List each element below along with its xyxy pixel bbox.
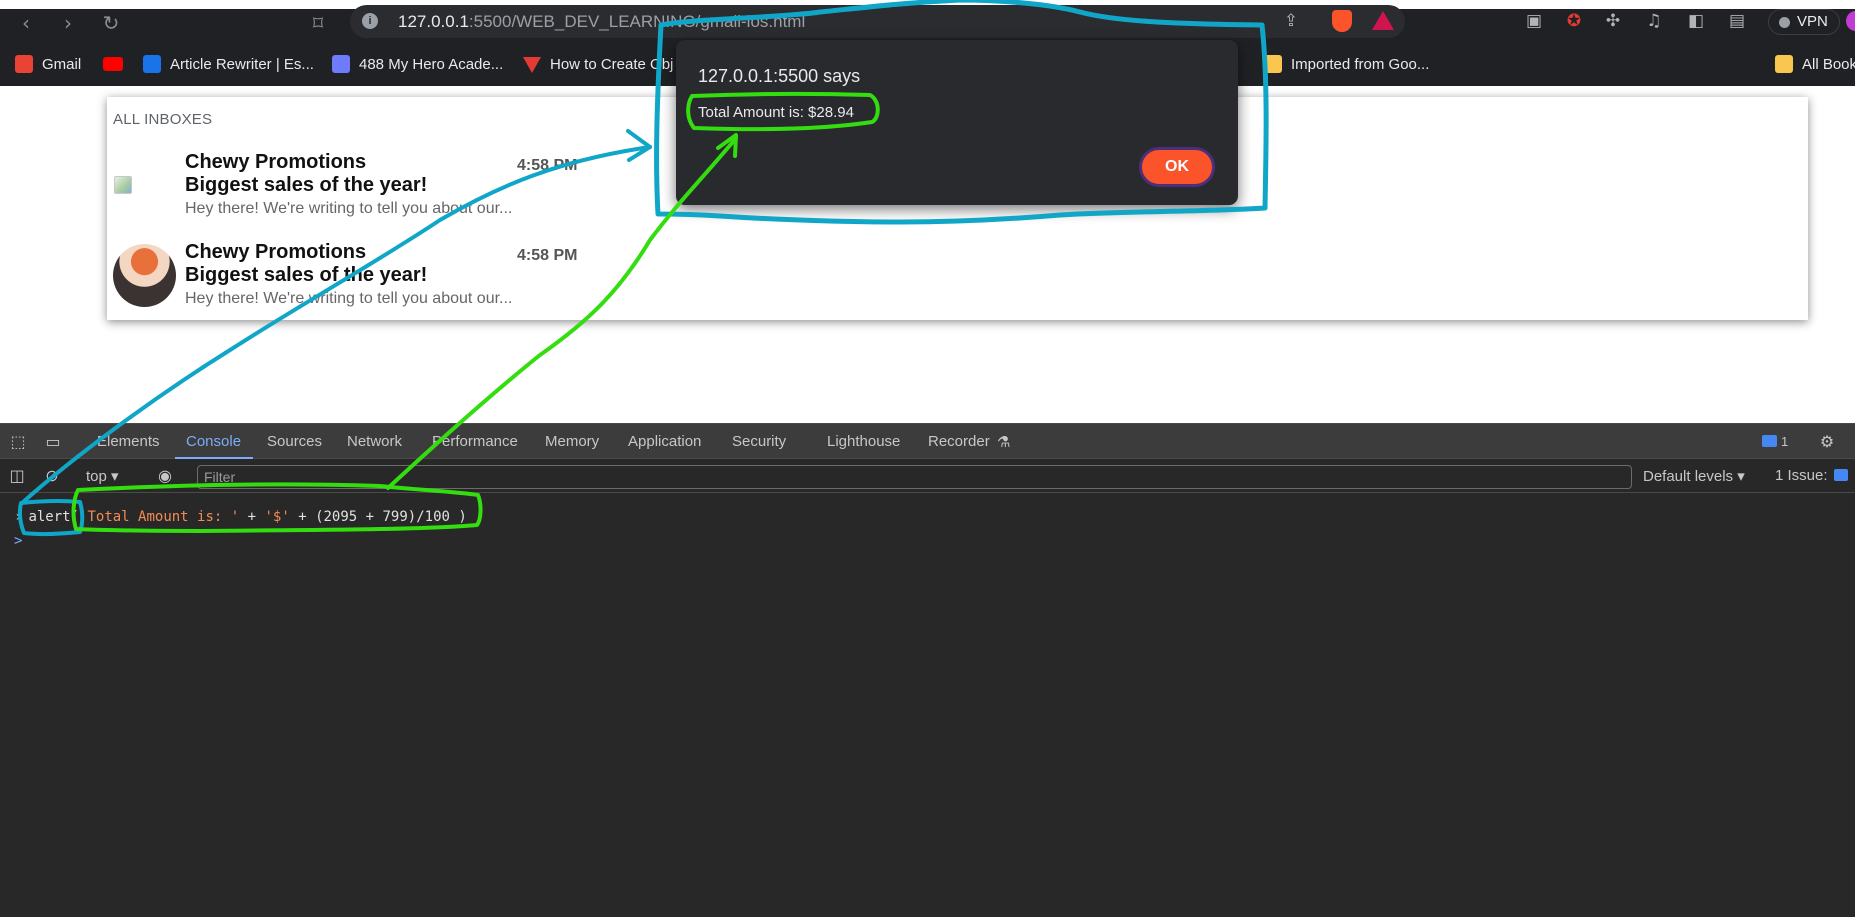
article-rewriter-icon [143,55,161,73]
mail-sender: Chewy Promotions [185,151,367,173]
console-fn: alert [28,509,71,525]
mail-item[interactable]: Chewy Promotions Biggest sales of the ye… [107,143,707,223]
message-icon [1833,469,1848,481]
mail-item[interactable]: Chewy Promotions Biggest sales of the ye… [107,233,707,313]
reload-icon[interactable]: ↻ [98,10,124,36]
vercel-icon [523,57,541,73]
avatar [113,244,176,307]
console-toolbar: ◫ ⊘ top ▾ ◉ Filter Default levels ▾ 1 Is… [0,459,1855,493]
bookmark-all-bookmarks[interactable]: All Bookmarks [1775,54,1855,76]
bookmark-my-hero-academia[interactable]: 488 My Hero Acade... [332,54,503,76]
console-paren: ( [70,509,80,525]
mail-time: 4:58 PM [517,247,578,264]
mail-sender: Chewy Promotions [185,241,367,263]
brave-shields-icon[interactable] [1332,10,1352,32]
gmail-icon [15,55,33,73]
tab-elements[interactable]: Elements [97,433,160,450]
mail-time: 4:58 PM [517,157,578,174]
extensions-puzzle-icon[interactable]: ✣ [1602,10,1624,32]
tab-performance[interactable]: Performance [432,433,518,450]
devtools-panel: ⬚ ▭ Elements Console Sources Network Per… [0,423,1855,917]
alert-dialog: 127.0.0.1:5500 says Total Amount is: $28… [676,40,1238,205]
console-filter-input[interactable]: Filter [197,465,1632,489]
folder-icon [1775,55,1793,73]
url-text: 127.0.0.1:5500/WEB_DEV_LEARNING/gmail-io… [398,12,806,31]
manga-icon [332,55,350,73]
console-string: '$' [264,509,290,525]
bookmark-how-to-create[interactable]: How to Create Obj [523,54,673,76]
sidebar-toggle-icon[interactable]: ◫ [6,466,28,486]
alert-message: Total Amount is: $28.94 [698,104,854,121]
context-selector[interactable]: top ▾ [86,467,119,485]
broken-image-icon [114,176,132,194]
devtools-tabbar: ⬚ ▭ Elements Console Sources Network Per… [0,423,1855,459]
mail-preview: Hey there! We're writing to tell you abo… [185,290,513,307]
youtube-icon [103,57,123,71]
share-icon[interactable]: ⇪ [1280,10,1302,32]
media-icon[interactable]: ♫ [1643,10,1665,32]
screen: ‹ › ↻ ⌑ i 127.0.0.1:5500/WEB_DEV_LEARNIN… [0,0,1855,917]
log-levels-dropdown[interactable]: Default levels ▾ [1643,467,1745,485]
mail-subject: Biggest sales of the year! [185,264,428,286]
device-toolbar-icon[interactable]: ▭ [42,432,64,452]
live-expression-eye-icon[interactable]: ◉ [154,466,176,486]
clear-console-icon[interactable]: ⊘ [41,466,63,486]
inbox-title: ALL INBOXES [113,111,213,128]
browser-toolbar: ‹ › ↻ ⌑ i 127.0.0.1:5500/WEB_DEV_LEARNIN… [0,0,1855,43]
bookmark-imported[interactable]: Imported from Goo... [1264,54,1429,76]
bookmark-article-rewriter[interactable]: Article Rewriter | Es... [143,54,314,76]
message-icon [1762,435,1777,447]
console-string: 'Total Amount is: ' [79,509,240,525]
alert-title: 127.0.0.1:5500 says [698,66,861,86]
brave-rewards-icon[interactable] [1372,11,1394,30]
console-prompt[interactable]: > [14,533,22,549]
tab-application[interactable]: Application [628,433,701,450]
forward-icon[interactable]: › [55,10,81,36]
mail-subject: Biggest sales of the year! [185,174,428,196]
tab-recorder[interactable]: Recorder [928,433,990,450]
mail-preview: Hey there! We're writing to tell you abo… [185,200,513,217]
ok-button[interactable]: OK [1139,147,1215,187]
tab-sources[interactable]: Sources [267,433,322,450]
tab-network[interactable]: Network [347,433,402,450]
bookmark-gmail[interactable]: Gmail [15,54,81,76]
console-input-line[interactable]: › alert('Total Amount is: ' + '$' + (2095… [14,509,467,525]
issues-badge[interactable]: 1 [1762,434,1788,449]
issues-count[interactable]: 1 Issue: [1775,467,1848,484]
tab-security[interactable]: Security [732,433,786,450]
console-expression: + (2095 + 799)/100 ) [289,509,467,525]
tab-memory[interactable]: Memory [545,433,599,450]
tab-lighthouse[interactable]: Lighthouse [827,433,900,450]
address-bar[interactable]: i 127.0.0.1:5500/WEB_DEV_LEARNING/gmail-… [350,5,1405,38]
console-operator: + [239,509,265,525]
back-icon[interactable]: ‹ [13,10,39,36]
chevron-right-icon: › [14,509,23,525]
profile-avatar[interactable] [1846,11,1855,31]
wallet-icon[interactable]: ▤ [1726,10,1748,32]
flask-icon: ⚗ [997,434,1011,451]
picture-in-picture-icon[interactable]: ▣ [1523,10,1545,32]
settings-gear-icon[interactable]: ⚙ [1816,432,1838,452]
bookmark-icon[interactable]: ⌑ [305,10,331,36]
vpn-button[interactable]: VPN [1768,9,1840,35]
site-info-icon[interactable]: i [362,13,378,29]
folder-icon [1264,55,1282,73]
tab-console[interactable]: Console [186,433,241,450]
extension-icon[interactable]: ✪ [1563,10,1585,32]
sidebar-icon[interactable]: ◧ [1685,10,1707,32]
inspect-element-icon[interactable]: ⬚ [7,432,29,452]
bookmark-youtube[interactable] [103,54,132,76]
